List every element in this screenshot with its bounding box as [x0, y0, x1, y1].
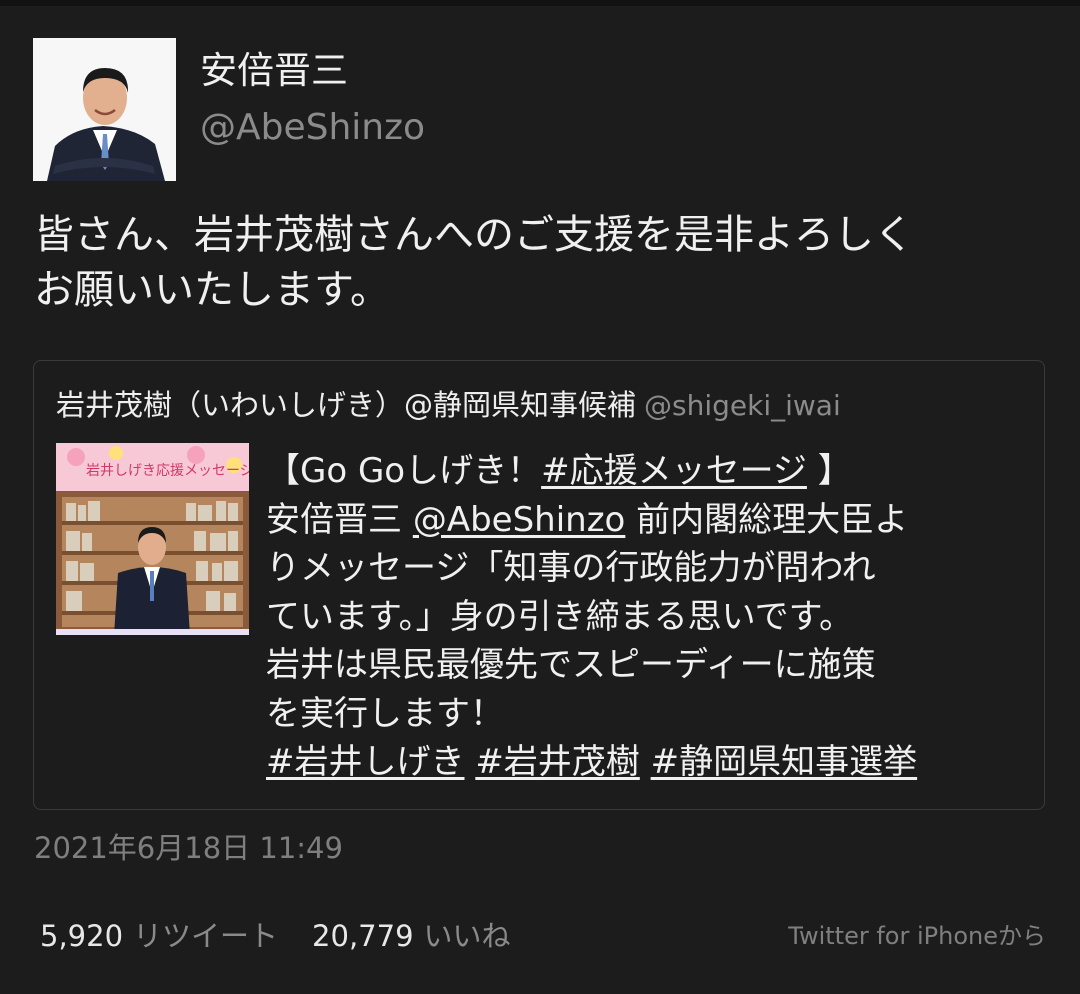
quoted-body: 【Go Goしげき！#応援メッセージ 】 安倍晋三 @AbeShinzo 前内閣… [266, 447, 1036, 787]
quoted-text: 前内閣総理大臣よ [625, 499, 909, 540]
tweet-source[interactable]: Twitter for iPhoneから [788, 918, 1046, 954]
tweet-timestamp[interactable]: 2021年6月18日 11:49 [34, 828, 343, 868]
quoted-author[interactable]: 岩井茂樹（いわいしげき）@静岡県知事候補 @shigeki_iwai [56, 385, 841, 426]
tweet-text-line: 皆さん、岩井茂樹さんへのご支援を是非よろしく [34, 212, 914, 258]
hashtag-link[interactable]: #岩井茂樹 [475, 742, 640, 782]
thumbnail-image: 岩井しげき応援メッセージ [56, 443, 249, 635]
quoted-body-line: ています。」身の引き締まる思いです。 [266, 596, 854, 637]
retweet-count[interactable]: 5,920 [40, 919, 123, 953]
quoted-body-line: 安倍晋三 @AbeShinzo 前内閣総理大臣よ [266, 496, 1036, 545]
top-divider [0, 0, 1080, 6]
hashtag-link[interactable]: #応援メッセージ [541, 451, 807, 491]
quoted-author-name: 岩井茂樹（いわいしげき）@静岡県知事候補 [56, 388, 637, 422]
quoted-body-line: 【Go Goしげき！#応援メッセージ 】 [266, 447, 1036, 496]
quoted-tweet-card[interactable]: 岩井茂樹（いわいしげき）@静岡県知事候補 @shigeki_iwai 岩井しげき応… [33, 360, 1045, 810]
tweet-stats: 5,920 リツイート 20,779 いいね [40, 916, 545, 956]
like-count[interactable]: 20,779 [312, 919, 413, 953]
tweet-text: 皆さん、岩井茂樹さんへのご支援を是非よろしく お願いいたします。 [34, 208, 1054, 318]
quoted-thumbnail[interactable]: 岩井しげき応援メッセージ [56, 443, 249, 635]
quoted-text: 】 [806, 451, 852, 491]
thumbnail-banner-text: 岩井しげき応援メッセージ [86, 463, 249, 479]
quoted-hashtags: #岩井しげき #岩井茂樹 #静岡県知事選挙 [266, 738, 1036, 787]
tweet-text-line: お願いいたします。 [34, 267, 390, 313]
mention-link[interactable]: @AbeShinzo [413, 500, 626, 540]
hashtag-link[interactable]: #静岡県知事選挙 [651, 742, 918, 782]
quoted-body-line: を実行します！ [266, 693, 504, 734]
author-handle[interactable]: @AbeShinzo [200, 104, 425, 152]
quoted-text: 安倍晋三 [266, 499, 413, 540]
author-name[interactable]: 安倍晋三 [200, 46, 348, 96]
quoted-text: 【Go Goしげき！ [266, 451, 542, 491]
quoted-body-line: りメッセージ「知事の行政能力が問われ [266, 548, 876, 588]
retweet-label[interactable]: リツイート [133, 919, 278, 953]
hashtag-link[interactable]: #岩井しげき [266, 742, 465, 782]
author-avatar[interactable] [33, 38, 176, 181]
quoted-body-line: 岩井は県民最優先でスピーディーに施策 [266, 645, 876, 685]
avatar-photo [33, 38, 176, 181]
quoted-author-handle: @shigeki_iwai [644, 389, 841, 422]
like-label[interactable]: いいね [424, 919, 511, 953]
